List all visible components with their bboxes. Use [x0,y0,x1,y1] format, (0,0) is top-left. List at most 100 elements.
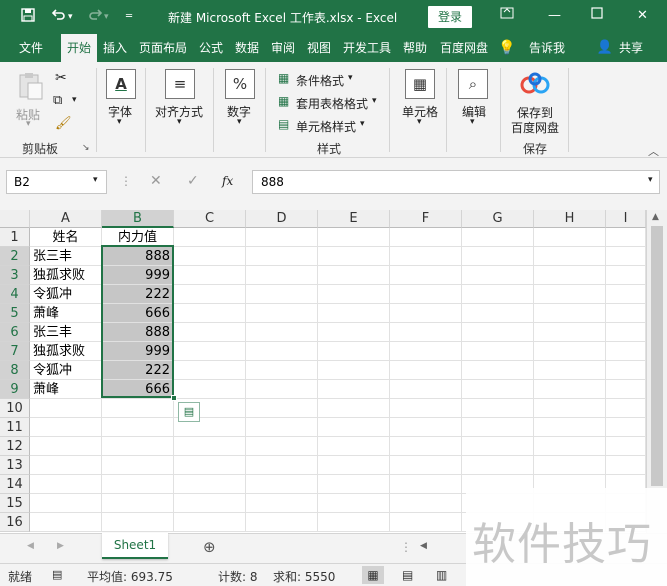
row-header-14[interactable]: 14 [0,475,30,494]
cell-e4[interactable] [318,285,390,304]
scroll-thumb[interactable] [651,226,663,486]
cell-g2[interactable] [462,247,534,266]
close-icon[interactable]: ✕ [637,6,648,26]
cell-i11[interactable] [606,418,646,437]
cell-d16[interactable] [246,513,318,532]
cell-b15[interactable] [102,494,174,513]
row-header-15[interactable]: 15 [0,494,30,513]
cell-d3[interactable] [246,266,318,285]
expand-formula-icon[interactable]: ▾ [648,175,653,185]
column-header-d[interactable]: D [246,210,318,228]
formula-input[interactable]: 888 [252,170,660,194]
cell-g6[interactable] [462,323,534,342]
cut-icon[interactable]: ✂ [55,70,67,86]
column-header-i[interactable]: I [606,210,646,228]
cell-i6[interactable] [606,323,646,342]
column-header-a[interactable]: A [30,210,102,228]
row-header-6[interactable]: 6 [0,323,30,342]
insert-function-button[interactable]: fx [222,174,233,188]
cell-h10[interactable] [534,399,606,418]
number-dropdown-icon[interactable]: ▾ [237,117,242,127]
cell-a8[interactable]: 令狐冲 [30,361,102,380]
collapse-ribbon-icon[interactable]: ︿ [648,143,659,159]
column-header-f[interactable]: F [390,210,462,228]
tab-help[interactable]: 帮助 [399,34,431,62]
cell-b13[interactable] [102,456,174,475]
tab-developer[interactable]: 开发工具 [339,34,395,62]
column-header-h[interactable]: H [534,210,606,228]
row-header-8[interactable]: 8 [0,361,30,380]
cell-a4[interactable]: 令狐冲 [30,285,102,304]
cell-i3[interactable] [606,266,646,285]
cell-e1[interactable] [318,228,390,247]
login-button[interactable]: 登录 [428,6,472,28]
cell-f9[interactable] [390,380,462,399]
conditional-formatting-button[interactable]: 条件格式 [296,72,344,89]
cell-c12[interactable] [174,437,246,456]
select-all-corner[interactable] [0,210,30,228]
name-box[interactable]: B2 [6,170,107,194]
row-header-2[interactable]: 2 [0,247,30,266]
cell-f6[interactable] [390,323,462,342]
editing-dropdown-icon[interactable]: ▾ [470,117,475,127]
add-sheet-icon[interactable]: ⊕ [203,538,216,556]
cell-h8[interactable] [534,361,606,380]
cell-g3[interactable] [462,266,534,285]
cell-f8[interactable] [390,361,462,380]
cell-f14[interactable] [390,475,462,494]
cell-b2[interactable]: 888 [102,247,174,266]
cell-d2[interactable] [246,247,318,266]
cell-f7[interactable] [390,342,462,361]
cell-b8[interactable]: 222 [102,361,174,380]
cell-d7[interactable] [246,342,318,361]
cell-d5[interactable] [246,304,318,323]
cell-i2[interactable] [606,247,646,266]
cell-e11[interactable] [318,418,390,437]
cell-i7[interactable] [606,342,646,361]
cell-e5[interactable] [318,304,390,323]
cell-g12[interactable] [462,437,534,456]
save-to-baidu-label2[interactable]: 百度网盘 [511,119,559,136]
cell-a13[interactable] [30,456,102,475]
editing-icon[interactable]: ⌕ [458,69,488,99]
cell-a16[interactable] [30,513,102,532]
cell-b7[interactable]: 999 [102,342,174,361]
copy-icon[interactable]: ⧉ [53,93,62,108]
normal-view-icon[interactable]: ▦ [362,566,384,584]
cell-a10[interactable] [30,399,102,418]
alignment-dropdown-icon[interactable]: ▾ [177,117,182,127]
row-header-3[interactable]: 3 [0,266,30,285]
cell-e9[interactable] [318,380,390,399]
tab-home[interactable]: 开始 [61,34,97,62]
cell-d9[interactable] [246,380,318,399]
cell-e15[interactable] [318,494,390,513]
next-sheet-icon[interactable]: ▶ [57,541,64,551]
row-header-10[interactable]: 10 [0,399,30,418]
cell-c3[interactable] [174,266,246,285]
quick-analysis-icon[interactable]: ▤ [178,402,200,422]
cells-dropdown-icon[interactable]: ▾ [417,117,422,127]
cell-g4[interactable] [462,285,534,304]
fill-handle[interactable] [171,395,177,401]
cell-i5[interactable] [606,304,646,323]
cell-d10[interactable] [246,399,318,418]
cell-f1[interactable] [390,228,462,247]
cell-i8[interactable] [606,361,646,380]
baidu-netdisk-icon[interactable] [520,72,550,99]
cell-b5[interactable]: 666 [102,304,174,323]
cell-c2[interactable] [174,247,246,266]
cell-styles-button[interactable]: 单元格样式 [296,118,356,135]
cell-d8[interactable] [246,361,318,380]
undo-icon[interactable] [50,7,66,29]
cell-styles-icon[interactable]: ▤ [278,117,289,131]
save-icon[interactable] [20,7,36,29]
cell-c7[interactable] [174,342,246,361]
cell-d15[interactable] [246,494,318,513]
redo-icon[interactable] [88,7,104,29]
column-header-g[interactable]: G [462,210,534,228]
row-header-7[interactable]: 7 [0,342,30,361]
minimize-icon[interactable]: — [548,6,561,26]
cell-a15[interactable] [30,494,102,513]
person-icon[interactable]: 👤 [596,34,614,62]
cell-a5[interactable]: 萧峰 [30,304,102,323]
